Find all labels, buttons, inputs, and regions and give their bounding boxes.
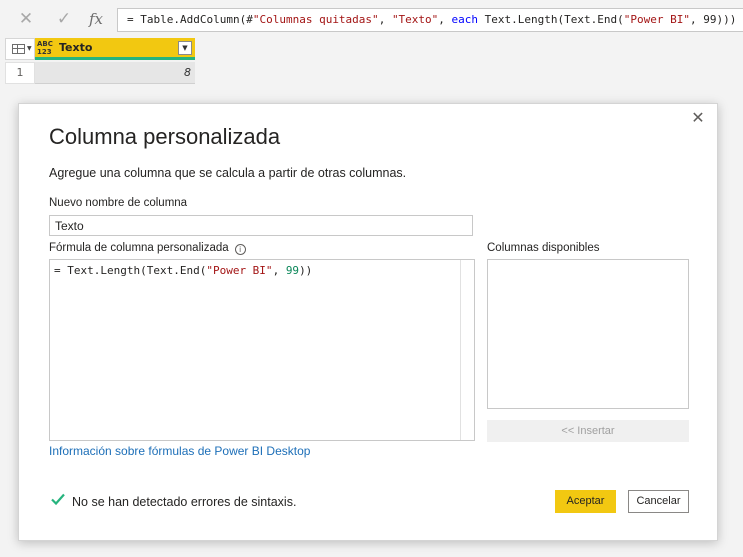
formula-string: "Power BI" bbox=[623, 13, 690, 26]
cancel-button[interactable]: Cancelar bbox=[628, 490, 689, 513]
column-name-label: Nuevo nombre de columna bbox=[49, 197, 188, 209]
column-name: Texto bbox=[59, 41, 93, 54]
formula-suffix: )) bbox=[299, 264, 313, 277]
formula-part: = Table.AddColumn(# bbox=[127, 13, 253, 26]
custom-column-dialog: ✕ Columna personalizada Agregue una colu… bbox=[18, 103, 718, 541]
formula-number: 99 bbox=[285, 264, 300, 277]
table-icon bbox=[12, 44, 25, 54]
close-icon[interactable]: ✕ bbox=[688, 108, 708, 128]
vertical-scrollbar[interactable] bbox=[460, 260, 474, 440]
insert-button[interactable]: << Insertar bbox=[487, 420, 689, 442]
available-columns-label: Columnas disponibles bbox=[487, 242, 600, 254]
cancel-formula-icon[interactable]: ✕ bbox=[14, 7, 38, 31]
formula-label-row: Fórmula de columna personalizada i bbox=[49, 242, 246, 255]
formula-keyword: each bbox=[451, 13, 479, 26]
formula-bar: ✕ ✓ fx = Table.AddColumn(#"Columnas quit… bbox=[0, 0, 743, 38]
commit-formula-icon[interactable]: ✓ bbox=[52, 7, 76, 31]
formula-help-link[interactable]: Información sobre fórmulas de Power BI D… bbox=[49, 444, 310, 458]
formula-comma: , bbox=[272, 264, 286, 277]
ok-button[interactable]: Aceptar bbox=[555, 490, 616, 513]
formula-code: = Text.Length(Text.End("Power BI", 99)) bbox=[54, 264, 312, 277]
formula-part: , bbox=[438, 13, 452, 26]
formula-string: "Power BI" bbox=[206, 264, 273, 277]
checkmark-icon bbox=[51, 493, 65, 506]
column-header-texto[interactable]: ABC 123 Texto ▼ bbox=[35, 38, 195, 60]
formula-part: Text.Length(Text.End( bbox=[478, 13, 624, 26]
formula-label: Fórmula de columna personalizada bbox=[49, 242, 229, 254]
fx-icon[interactable]: fx bbox=[84, 7, 108, 31]
dialog-description: Agregue una columna que se calcula a par… bbox=[49, 166, 407, 180]
formula-editor[interactable]: = Text.Length(Text.End("Power BI", 99)) bbox=[49, 259, 475, 441]
column-name-input[interactable] bbox=[49, 215, 473, 236]
caret-down-icon[interactable]: ▼ bbox=[178, 41, 192, 55]
formula-part: , bbox=[378, 13, 392, 26]
table-cell[interactable]: 8 bbox=[35, 62, 195, 84]
formula-prefix: = Text.Length(Text.End( bbox=[54, 264, 207, 277]
formula-string: "Columnas quitadas" bbox=[252, 13, 379, 26]
available-columns-list[interactable] bbox=[487, 259, 689, 409]
row-number: 1 bbox=[5, 62, 35, 84]
table-menu-button[interactable]: ▼ bbox=[5, 38, 35, 60]
chevron-down-icon: ▼ bbox=[27, 45, 32, 52]
formula-input[interactable]: = Table.AddColumn(#"Columnas quitadas" , … bbox=[117, 8, 743, 32]
info-icon[interactable]: i bbox=[234, 244, 246, 255]
formula-part: , 99))) bbox=[689, 13, 737, 26]
syntax-status-text: No se han detectado errores de sintaxis. bbox=[72, 495, 297, 509]
any-type-icon[interactable]: ABC 123 bbox=[37, 40, 53, 56]
formula-string: "Texto" bbox=[391, 13, 439, 26]
dialog-title: Columna personalizada bbox=[49, 124, 281, 149]
